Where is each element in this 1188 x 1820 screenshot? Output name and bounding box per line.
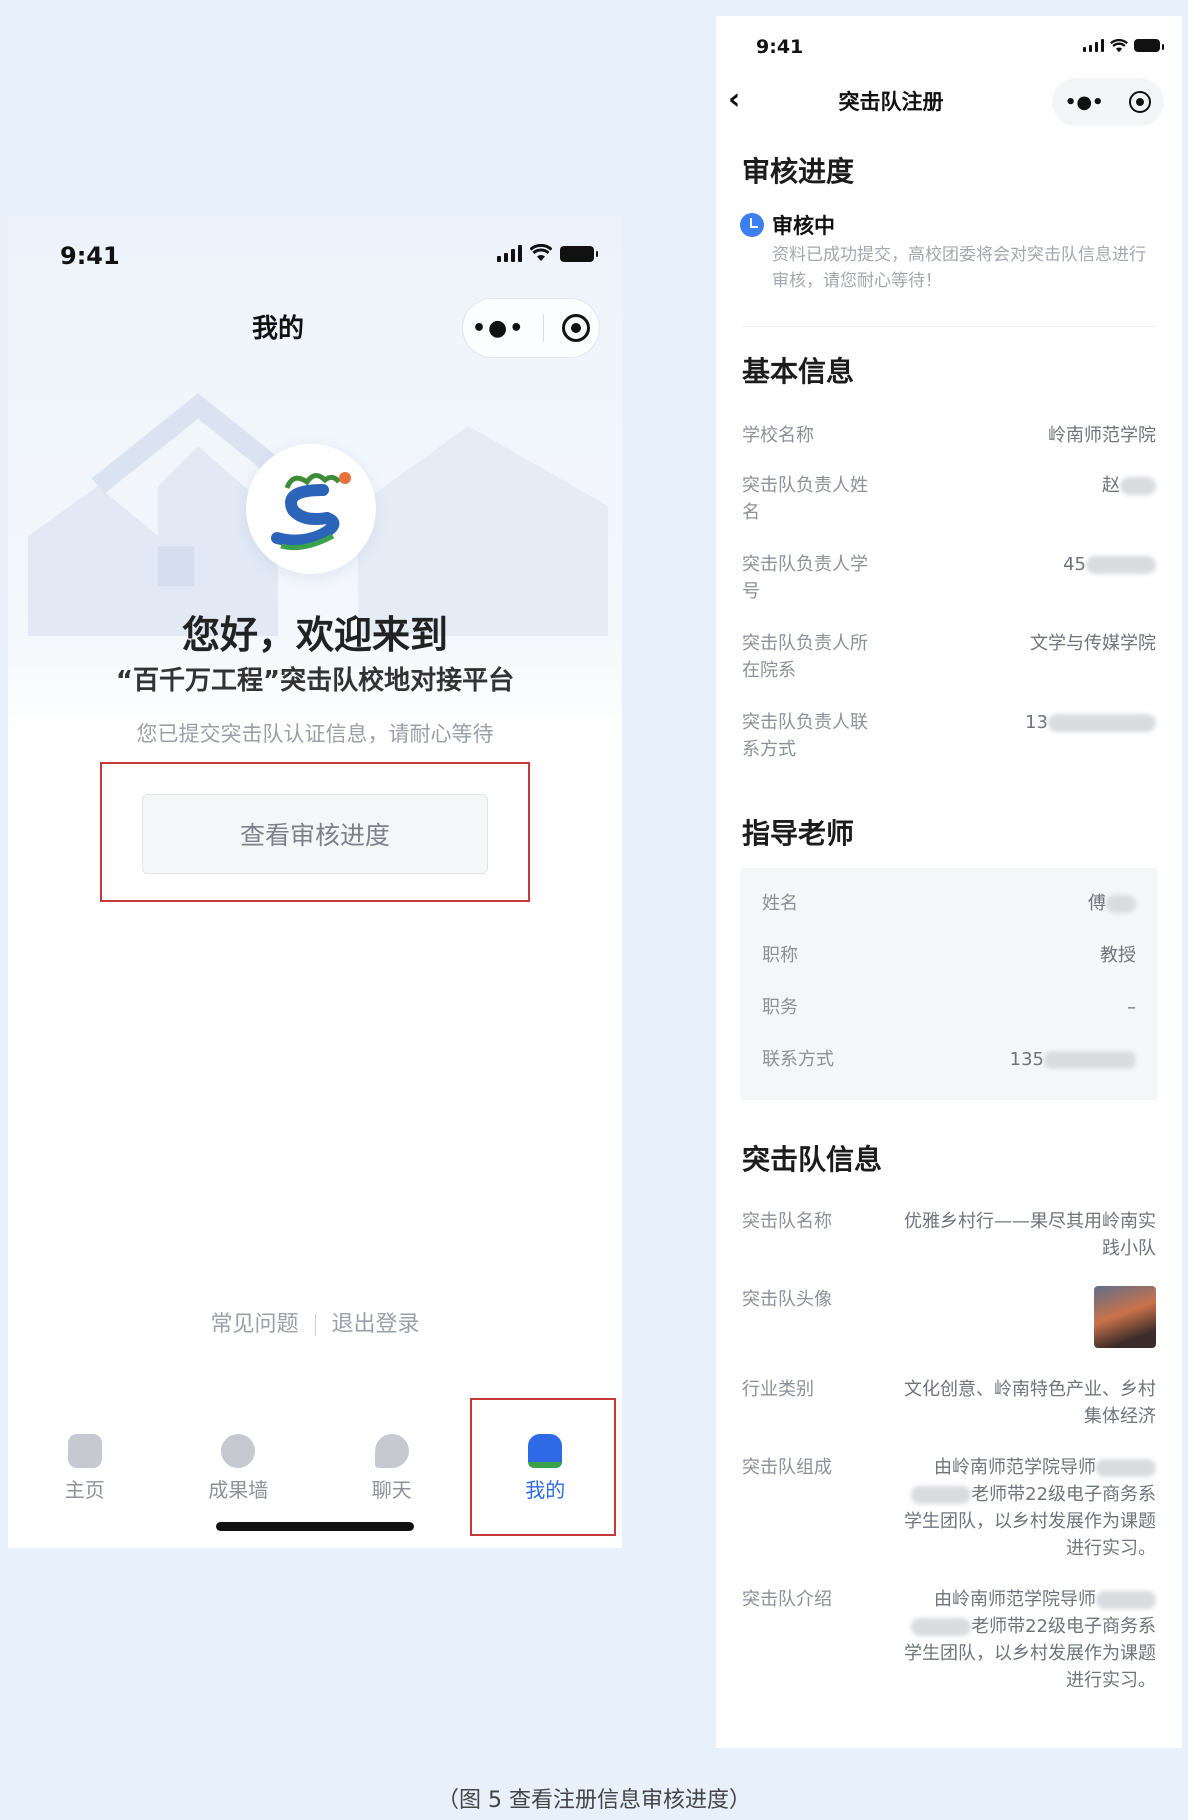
tab-home[interactable]: 主页 <box>8 1416 162 1516</box>
teacher-section-title: 指导老师 <box>742 817 855 850</box>
tab-achievements[interactable]: 成果墙 <box>162 1416 316 1516</box>
team-row-composition: 突击队组成 由岭南师范学院导师老师带22级电子商务系学生团队，以乡村发展作为课题… <box>742 1457 1156 1559</box>
footer-links: 常见问题 退出登录 <box>8 1306 622 1338</box>
clock-icon <box>740 213 764 237</box>
check-review-progress-button[interactable]: 查看审核进度 <box>142 794 488 874</box>
close-miniprogram-icon[interactable] <box>1129 91 1152 113</box>
faq-link[interactable]: 常见问题 <box>210 1312 298 1337</box>
teacher-row-position: 职务 – <box>762 997 1136 1018</box>
info-row-department: 突击队负责人所在院系 文学与传媒学院 <box>742 633 1156 681</box>
info-row-leader-name: 突击队负责人姓名 赵 <box>742 472 1156 526</box>
status-bar: 9:41 <box>8 216 622 296</box>
home-icon <box>67 1434 102 1468</box>
miniprogram-capsule: •●• <box>462 298 600 358</box>
figure-caption: （图 5 查看注册信息审核进度） <box>437 1788 751 1813</box>
page-title: 突击队注册 <box>838 90 944 114</box>
status-time: 9:41 <box>756 36 804 58</box>
logout-link[interactable]: 退出登录 <box>332 1312 420 1337</box>
review-section-title: 审核进度 <box>742 155 855 188</box>
my-page-screen: 9:41 我的 •●• 您好，欢迎来到 “百千万工程”突击队校地对接平台 您已提… <box>8 216 622 1548</box>
chat-icon <box>374 1434 409 1468</box>
teacher-row-name: 姓名 傅 <box>762 890 1136 917</box>
team-registration-screen: 9:41 ‹ 突击队注册 •●• 审核进度 审核中 资料已成功提交，高校团委将会… <box>716 16 1182 1748</box>
close-miniprogram-icon[interactable] <box>562 314 591 342</box>
team-avatar[interactable] <box>1094 1286 1156 1348</box>
redacted-text <box>1048 714 1156 732</box>
redacted-text <box>911 1486 972 1504</box>
status-time: 9:41 <box>60 242 120 270</box>
wifi-icon <box>1110 38 1128 53</box>
redacted-text <box>911 1618 972 1636</box>
redacted-text <box>1096 1459 1156 1477</box>
redacted-text <box>1086 556 1156 574</box>
back-icon[interactable]: ‹ <box>728 82 740 117</box>
redacted-text <box>1044 1051 1136 1069</box>
redacted-text <box>1106 895 1136 913</box>
signal-icon <box>497 244 522 262</box>
wifi-icon <box>529 243 553 262</box>
platform-logo <box>246 444 376 574</box>
team-row-avatar: 突击队头像 <box>742 1286 1156 1348</box>
battery-icon <box>1134 39 1164 52</box>
more-icon[interactable]: •●• <box>472 316 525 341</box>
more-icon[interactable]: •●• <box>1065 92 1104 113</box>
teacher-row-title: 职称 教授 <box>762 945 1136 966</box>
tab-chat[interactable]: 聊天 <box>315 1416 469 1516</box>
battery-icon <box>560 246 598 262</box>
team-row-industry: 行业类别 文化创意、岭南特色产业、乡村集体经济 <box>742 1379 1156 1427</box>
review-status: 审核中 <box>740 210 835 240</box>
redacted-text <box>1120 477 1156 495</box>
welcome-heading: 您好，欢迎来到 <box>181 613 448 657</box>
miniprogram-capsule: •●• <box>1052 78 1164 126</box>
highlight-box-tab <box>470 1398 616 1536</box>
teacher-row-contact: 联系方式 135 <box>762 1046 1136 1073</box>
logo-icon <box>271 472 351 551</box>
home-indicator <box>216 1522 414 1531</box>
review-description: 资料已成功提交，高校团委将会对突击队信息进行审核，请您耐心等待！ <box>772 245 1146 291</box>
team-row-intro: 突击队介绍 由岭南师范学院导师老师带22级电子商务系学生团队，以乡村发展作为课题… <box>742 1589 1156 1691</box>
info-row-school: 学校名称 岭南师范学院 <box>742 425 1156 446</box>
signal-icon <box>1083 38 1104 52</box>
redacted-text <box>1096 1591 1156 1609</box>
platform-name: “百千万工程”突击队校地对接平台 <box>115 666 515 696</box>
basic-info-title: 基本信息 <box>742 355 855 388</box>
team-row-name: 突击队名称 优雅乡村行——果尽其用岭南实践小队 <box>742 1211 1156 1259</box>
info-row-contact: 突击队负责人联系方式 13 <box>742 709 1156 763</box>
team-section-title: 突击队信息 <box>742 1143 883 1176</box>
info-row-student-id: 突击队负责人学号 45 <box>742 551 1156 605</box>
teacher-card: 姓名 傅 职称 教授 职务 – 联系方式 135 <box>740 868 1158 1100</box>
pending-hint: 您已提交突击队认证信息，请耐心等待 <box>136 722 494 746</box>
achievement-icon <box>221 1434 256 1468</box>
